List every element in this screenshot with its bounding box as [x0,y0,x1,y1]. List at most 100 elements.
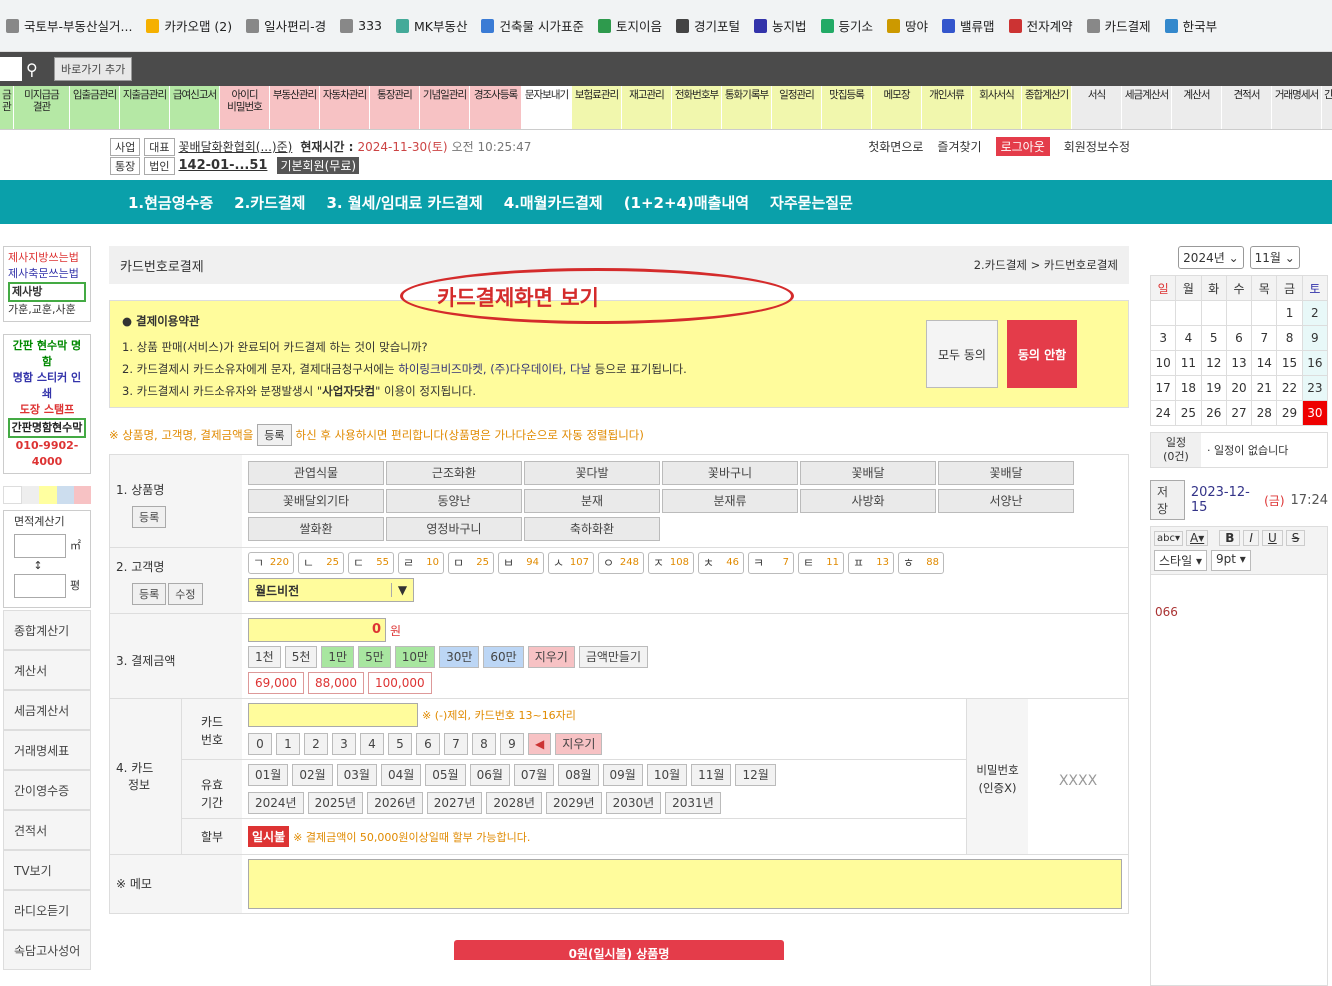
initial-button[interactable]: ㅊ 46 [698,552,744,574]
initial-button[interactable]: ㅍ 13 [848,552,894,574]
left-menu-button[interactable]: 계산서 [3,650,91,690]
quick-amount-button[interactable]: 5천 [284,646,318,668]
tag-biz[interactable]: 사업 [110,137,141,156]
calendar-day[interactable]: 21 [1251,375,1278,401]
calendar-day[interactable]: 1 [1276,300,1303,326]
calendar-day[interactable]: 10 [1149,350,1177,376]
month-button[interactable]: 04월 [380,764,422,786]
customer-register-button[interactable]: 등록 [132,583,167,605]
bookmark-item[interactable]: 한국부 [1164,16,1217,35]
calendar-day[interactable]: 9 [1301,325,1329,351]
quick-amount-button[interactable]: 금액만들기 [578,646,649,668]
lump-sum-button[interactable]: 일시불 [248,826,290,847]
year-button[interactable]: 2026년 [367,792,423,814]
submit-button[interactable]: 0원(일시불) 상품명 [454,940,784,960]
address-input[interactable] [0,57,22,81]
product-button[interactable]: 꽃배달 [800,461,936,485]
pyeong-input[interactable] [14,574,66,598]
bookmark-item[interactable]: 땅야 [887,16,928,35]
bookmark-item[interactable]: 밸류맵 [942,16,995,35]
initial-button[interactable]: ㄷ 55 [348,552,394,574]
calendar-day[interactable]: 27 [1225,400,1253,426]
year-button[interactable]: 2028년 [486,792,542,814]
calendar-day[interactable]: 15 [1276,350,1303,376]
disagree-button[interactable]: 동의 안함 [1007,320,1077,388]
menu-tab[interactable]: 급여신고서 [170,86,220,129]
month-button[interactable]: 06월 [469,764,510,786]
menu-tab[interactable]: 보험료관리 [572,86,622,129]
memo-save-button[interactable]: 저장 [1150,480,1185,520]
menu-tab[interactable]: 맛집등록 [822,86,872,129]
menu-tab[interactable]: 종합계산기 [1022,86,1072,129]
product-button[interactable]: 근조화환 [386,461,522,485]
print-line-4[interactable]: 간판명함현수막 [8,418,86,438]
year-button[interactable]: 2030년 [605,792,662,814]
year-button[interactable]: 2025년 [307,792,364,814]
quick-amount-button[interactable]: 1천 [248,646,281,668]
menu-tab[interactable]: 통장관리 [370,86,420,129]
card-number-input[interactable] [248,703,418,727]
digit-button[interactable]: 6 [416,733,440,755]
print-line-2[interactable]: 명함 스티커 인쇄 [8,370,86,402]
month-button[interactable]: 09월 [602,764,643,786]
chukmun-link[interactable]: 제사축문쓰는법 [8,266,86,282]
year-select[interactable]: 2024년 ⌄ [1178,246,1244,269]
menu-tab[interactable]: 통화기록부 [722,86,772,129]
calendar-day[interactable]: 14 [1251,350,1278,376]
nav-item[interactable]: 1.현금영수증 [128,192,213,213]
spellcheck-icon[interactable]: abc▾ [1154,530,1183,546]
product-button[interactable]: 쌀화환 [248,517,384,541]
year-button[interactable]: 2027년 [426,792,483,814]
menu-tab[interactable]: 부동산관리 [270,86,320,129]
search-icon[interactable]: ⚲ [26,60,48,79]
calendar-day[interactable]: 3 [1149,325,1177,351]
bookmark-item[interactable]: 일사편리-경 [246,16,326,35]
left-menu-button[interactable]: 간이영수증 [3,770,91,810]
bookmark-item[interactable]: 토지이음 [597,16,662,35]
month-button[interactable]: 11월 [691,764,732,786]
left-menu-button[interactable]: 세금계산서 [3,690,91,730]
menu-tab[interactable]: 계산서 [1172,86,1222,129]
product-button[interactable]: 관엽식물 [248,461,384,485]
calendar-day[interactable]: 28 [1251,400,1278,426]
bookmark-item[interactable]: 카드결제 [1086,16,1151,35]
calendar-day[interactable]: 24 [1149,400,1177,426]
motto-link[interactable]: 가훈,교훈,사훈 [8,302,86,318]
month-select[interactable]: 11월 ⌄ [1249,246,1300,269]
left-menu-button[interactable]: TV보기 [3,850,91,890]
year-button[interactable]: 2024년 [248,792,304,814]
underline-icon[interactable]: U [1261,530,1283,546]
calendar-day[interactable]: 2 [1301,300,1329,326]
customer-select[interactable]: 월드비전 ▼ [248,578,414,602]
memo-editor-text[interactable]: 066 [1151,575,1327,649]
calendar-day[interactable]: 20 [1225,375,1253,401]
preset-amount-button[interactable]: 69,000 [248,672,304,694]
backspace-button[interactable]: ◀ [528,733,552,755]
quick-amount-button[interactable]: 30만 [439,646,480,668]
nav-item[interactable]: 자주묻는질문 [770,192,853,213]
tag-rep[interactable]: 대표 [144,137,175,156]
calendar-day[interactable]: 17 [1149,375,1177,401]
initial-button[interactable]: ㅂ 94 [498,552,544,574]
bookmark-item[interactable]: 농지법 [754,16,807,35]
initial-button[interactable]: ㅋ7 [748,552,794,574]
quick-amount-button[interactable]: 10만 [394,646,436,668]
menu-tab[interactable]: 재고관리 [622,86,672,129]
menu-tab[interactable]: 기념일관리 [420,86,470,129]
nav-item[interactable]: (1+2+4)매출내역 [624,192,749,213]
product-button[interactable]: 꽃바구니 [662,461,798,485]
menu-tab[interactable]: 입출금관리 [70,86,120,129]
product-button[interactable]: 서양난 [938,489,1074,513]
calendar-day[interactable]: 25 [1175,400,1202,426]
calendar-day[interactable]: 26 [1200,400,1227,426]
calendar-day[interactable]: 8 [1276,325,1303,351]
preset-amount-button[interactable]: 88,000 [308,672,364,694]
menu-tab[interactable]: 지출금관리 [120,86,170,129]
year-button[interactable]: 2029년 [545,792,602,814]
home-link[interactable]: 첫화면으로 [868,138,923,155]
calendar-day[interactable]: 12 [1200,350,1227,376]
edit-profile-link[interactable]: 회원정보수정 [1064,138,1130,155]
digit-button[interactable]: 1 [276,733,300,755]
left-menu-button[interactable]: 속담고사성어 [3,930,91,970]
product-button[interactable]: 동양난 [386,489,522,513]
